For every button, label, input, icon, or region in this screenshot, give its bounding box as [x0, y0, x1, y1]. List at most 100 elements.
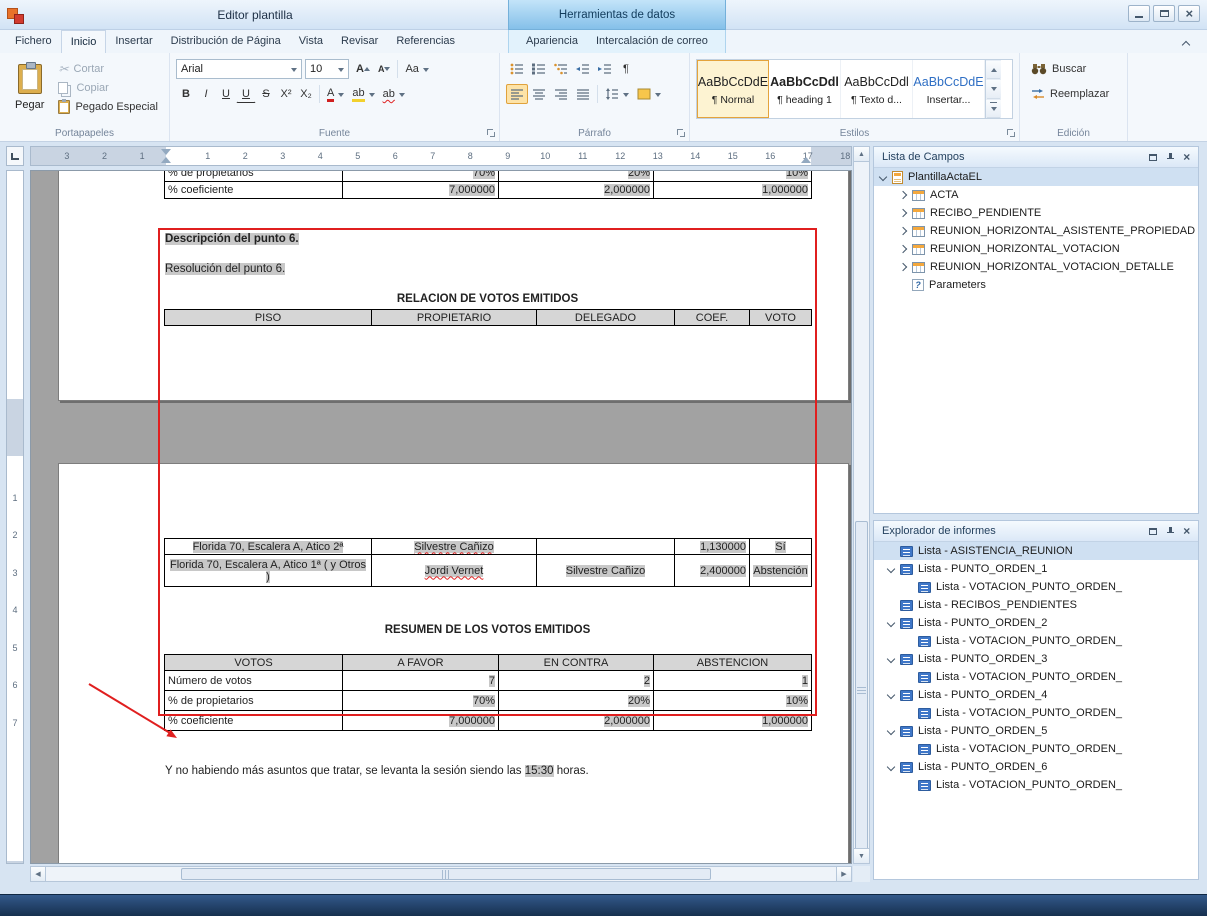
field-list-item[interactable]: REUNION_HORIZONTAL_VOTACION — [874, 240, 1198, 258]
panel-restore-button[interactable] — [1145, 525, 1160, 538]
align-justify-button[interactable] — [572, 84, 594, 104]
right-indent-marker[interactable] — [801, 157, 811, 163]
minimize-button[interactable] — [1128, 5, 1150, 22]
table-header-cell[interactable]: EN CONTRA — [499, 655, 654, 671]
table-header-cell[interactable]: DELEGADO — [537, 310, 675, 326]
table-cell[interactable]: 20% — [499, 170, 654, 182]
tab-referencias[interactable]: Referencias — [387, 30, 464, 53]
italic-button[interactable]: I — [196, 84, 216, 104]
table-cell[interactable]: Silvestre Cañizo — [537, 555, 675, 587]
align-center-button[interactable] — [528, 84, 550, 104]
show-marks-button[interactable]: ¶ — [616, 59, 636, 79]
chevron-down-icon[interactable] — [888, 728, 900, 734]
paste-button[interactable]: Pegar — [6, 59, 53, 112]
explorer-item[interactable]: Lista - PUNTO_ORDEN_6 — [874, 758, 1198, 776]
chevron-right-icon[interactable] — [900, 210, 912, 216]
underline-button[interactable]: U — [216, 84, 236, 104]
explorer-item[interactable]: Lista - VOTACION_PUNTO_ORDEN_ — [874, 668, 1198, 686]
tab-revisar[interactable]: Revisar — [332, 30, 387, 53]
table-header-cell[interactable]: VOTOS — [165, 655, 343, 671]
vertical-scroll-thumb[interactable] — [855, 521, 868, 861]
field-list-parameters[interactable]: Parameters — [874, 276, 1198, 294]
find-button[interactable]: Buscar — [1026, 59, 1091, 78]
vertical-scrollbar[interactable] — [853, 146, 870, 864]
table-cell[interactable]: Florida 70, Escalera A, Atico 2ª — [165, 539, 372, 555]
left-indent-marker[interactable] — [161, 157, 171, 163]
line-spacing-button[interactable] — [601, 84, 633, 104]
votos-table-rows[interactable]: Florida 70, Escalera A, Atico 2ª Silvest… — [164, 538, 812, 587]
table-cell[interactable]: 2,000000 — [499, 182, 654, 199]
tab-vista[interactable]: Vista — [290, 30, 332, 53]
chevron-down-icon[interactable] — [888, 656, 900, 662]
votos-table-title[interactable]: RELACION DE VOTOS EMITIDOS — [164, 293, 811, 305]
styles-dialog-launcher[interactable] — [1007, 129, 1016, 138]
scroll-up-button[interactable] — [853, 146, 870, 162]
highlight-color-button[interactable]: ab — [348, 84, 378, 104]
scroll-right-button[interactable] — [836, 866, 852, 882]
horizontal-scroll-thumb[interactable] — [181, 868, 711, 880]
field-list-item[interactable]: ACTA — [874, 186, 1198, 204]
chevron-right-icon[interactable] — [900, 264, 912, 270]
gallery-expand-button[interactable] — [986, 99, 1001, 118]
horizontal-scrollbar[interactable] — [30, 866, 852, 882]
table-header-cell[interactable]: COEF. — [675, 310, 750, 326]
vertical-ruler[interactable]: 1234567 — [6, 170, 24, 864]
table-cell[interactable]: 70% — [343, 691, 499, 711]
table-cell[interactable]: % de propietarios — [165, 170, 343, 182]
table-cell[interactable] — [537, 539, 675, 555]
style-item-texto[interactable]: AaBbCcDdl ¶ Texto d... — [841, 60, 913, 118]
explorer-item[interactable]: Lista - VOTACION_PUNTO_ORDEN_ — [874, 776, 1198, 794]
explorer-item[interactable]: Lista - PUNTO_ORDEN_5 — [874, 722, 1198, 740]
document-page-1[interactable]: % de propietarios 70% 20% 10% % coeficie… — [58, 170, 849, 401]
table-cell[interactable]: 20% — [499, 691, 654, 711]
field-list-item[interactable]: REUNION_HORIZONTAL_VOTACION_DETALLE — [874, 258, 1198, 276]
explorer-item[interactable]: Lista - VOTACION_PUNTO_ORDEN_ — [874, 740, 1198, 758]
paste-special-button[interactable]: Pegado Especial — [53, 97, 163, 116]
chevron-right-icon[interactable] — [900, 228, 912, 234]
chevron-right-icon[interactable] — [900, 192, 912, 198]
first-line-indent-marker[interactable] — [161, 149, 171, 155]
change-case-button[interactable]: Aa — [401, 59, 432, 79]
font-dialog-launcher[interactable] — [487, 129, 496, 138]
table-header-cell[interactable]: ABSTENCION — [654, 655, 812, 671]
subscript-button[interactable]: X₂ — [296, 84, 316, 104]
scroll-left-button[interactable] — [30, 866, 46, 882]
tab-insertar[interactable]: Insertar — [106, 30, 161, 53]
strikethrough-button[interactable]: S — [256, 84, 276, 104]
punto-descripcion[interactable]: Descripción del punto 6. — [165, 233, 299, 245]
panel-pin-button[interactable] — [1162, 151, 1177, 164]
increase-indent-button[interactable] — [594, 59, 616, 79]
table-header-cell[interactable]: PROPIETARIO — [372, 310, 537, 326]
gallery-up-button[interactable] — [986, 60, 1001, 79]
paragraph-dialog-launcher[interactable] — [677, 129, 686, 138]
chevron-right-icon[interactable] — [900, 246, 912, 252]
explorer-item[interactable]: Lista - PUNTO_ORDEN_3 — [874, 650, 1198, 668]
table-cell[interactable]: 10% — [654, 691, 812, 711]
scroll-down-button[interactable] — [853, 848, 870, 864]
table-cell[interactable]: 2,400000 — [675, 555, 750, 587]
field-list-root[interactable]: PlantillaActaEL — [874, 168, 1198, 186]
gallery-down-button[interactable] — [986, 79, 1001, 98]
field-list-item[interactable]: RECIBO_PENDIENTE — [874, 204, 1198, 222]
align-right-button[interactable] — [550, 84, 572, 104]
table-cell[interactable]: Abstención — [750, 555, 812, 587]
table-cell[interactable]: 2,000000 — [499, 711, 654, 731]
panel-close-button[interactable] — [1179, 151, 1194, 164]
font-color-button[interactable]: A — [323, 84, 348, 104]
table-header-cell[interactable]: VOTO — [750, 310, 812, 326]
numbered-list-button[interactable] — [528, 59, 550, 79]
ribbon-collapse-button[interactable] — [1179, 37, 1193, 49]
explorer-item[interactable]: Lista - PUNTO_ORDEN_4 — [874, 686, 1198, 704]
table-cell[interactable]: Jordi Vernet — [372, 555, 537, 587]
table-cell[interactable]: % de propietarios — [165, 691, 343, 711]
table-header-cell[interactable]: PISO — [165, 310, 372, 326]
table-cell[interactable]: 2 — [499, 671, 654, 691]
grow-font-button[interactable]: A — [352, 59, 374, 79]
table-cell[interactable]: 1,000000 — [654, 711, 812, 731]
table-cell[interactable]: 7,000000 — [343, 182, 499, 199]
bullet-list-button[interactable] — [506, 59, 528, 79]
explorer-item[interactable]: Lista - PUNTO_ORDEN_2 — [874, 614, 1198, 632]
field-list-item[interactable]: REUNION_HORIZONTAL_ASISTENTE_PROPIEDAD — [874, 222, 1198, 240]
table-cell[interactable]: 70% — [343, 170, 499, 182]
panel-close-button[interactable] — [1179, 525, 1194, 538]
